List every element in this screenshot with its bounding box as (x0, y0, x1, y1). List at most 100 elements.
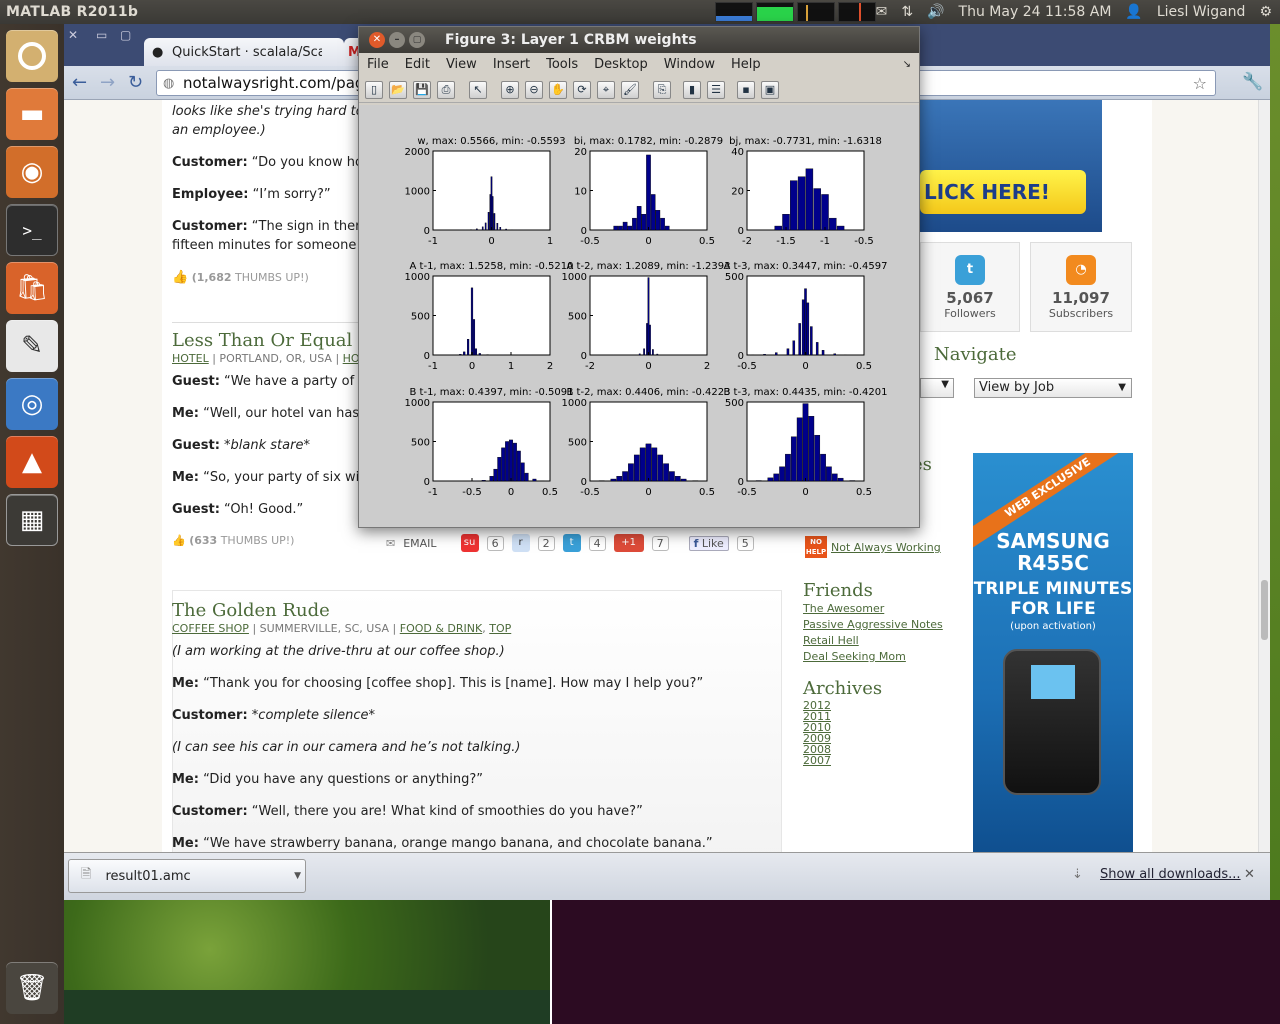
close-icon[interactable]: ✕ (369, 32, 385, 48)
maximize-icon[interactable]: ▢ (120, 28, 131, 42)
menu-desktop[interactable]: Desktop (586, 57, 656, 72)
maximize-icon[interactable]: ▢ (409, 32, 425, 48)
friend-link[interactable]: Passive Aggressive Notes (803, 618, 943, 634)
system-monitor[interactable] (715, 2, 876, 22)
menu-edit[interactable]: Edit (397, 57, 438, 72)
bookmark-star-icon[interactable]: ☆ (1193, 74, 1207, 93)
banner-button[interactable]: LICK HERE! (920, 170, 1086, 214)
forward-button[interactable]: → (100, 72, 115, 93)
minimize-icon[interactable]: – (389, 32, 405, 48)
histogram-bar (664, 225, 670, 231)
close-icon[interactable]: ✕ (68, 28, 78, 42)
files-icon[interactable]: ▬ (6, 88, 58, 140)
y-tick-label: 0 (424, 477, 430, 488)
ubuntu-logo-icon[interactable] (6, 30, 58, 82)
chevron-down-icon[interactable]: ▼ (294, 871, 301, 881)
trash-icon[interactable]: 🗑 (6, 962, 58, 1014)
vertical-scrollbar[interactable] (1258, 100, 1270, 852)
network-icon[interactable]: ⇅ (901, 4, 913, 20)
category-link[interactable]: COFFEE SHOP (172, 622, 249, 635)
show-plot-tools-icon[interactable]: ▣ (761, 80, 779, 99)
menu-window[interactable]: Window (656, 57, 723, 72)
tab-quickstart[interactable]: ● QuickStart · scalala/Scalala (144, 38, 344, 66)
back-button[interactable]: ← (72, 72, 87, 93)
reload-button[interactable]: ↻ (128, 72, 143, 93)
friend-link[interactable]: The Awesomer (803, 602, 943, 618)
category-link[interactable]: FOOD & DRINK (400, 622, 482, 635)
google-plus-button[interactable]: +1 (613, 534, 644, 552)
show-all-downloads-link[interactable]: Show all downloads... (1100, 867, 1241, 882)
software-center-icon[interactable]: 🛍 (6, 262, 58, 314)
user-name[interactable]: Liesl Wigand (1157, 4, 1246, 20)
samsung-ad[interactable]: WEB EXCLUSIVE SAMSUNG R455C TRIPLE MINUT… (973, 453, 1133, 852)
link-plot-icon[interactable]: ⎘ (653, 80, 671, 99)
legend-icon[interactable]: ☰ (707, 80, 725, 99)
menu-help[interactable]: Help (723, 57, 769, 72)
reddit-icon[interactable]: r (511, 534, 530, 552)
menu-view[interactable]: View (438, 57, 485, 72)
terminal-window[interactable] (550, 900, 1280, 1024)
wrench-icon[interactable]: 🔧 (1242, 72, 1263, 92)
stumbleupon-icon[interactable]: su (460, 534, 479, 552)
twitter-icon[interactable]: t (562, 534, 581, 552)
y-tick-label: 40 (731, 147, 744, 158)
facebook-like-button[interactable]: f Like (688, 535, 729, 551)
x-tick-label: -0.5 (580, 236, 600, 247)
power-icon[interactable]: ⚙ (1259, 4, 1272, 20)
category-link[interactable]: TOP (489, 622, 511, 635)
save-icon[interactable]: 💾 (413, 80, 431, 99)
minimize-icon[interactable]: ▭ (96, 28, 107, 42)
data-cursor-icon[interactable]: ⌖ (597, 80, 615, 99)
new-figure-icon[interactable]: ▯ (365, 80, 383, 99)
zoom-in-icon[interactable]: ⊕ (501, 80, 519, 99)
workspace-switcher-icon[interactable]: ▦ (6, 494, 58, 546)
not-always-working-link[interactable]: Not Always Working (831, 541, 941, 557)
rss-subscribers-box[interactable]: ◔ 11,097 Subscribers (1030, 242, 1132, 332)
firefox-icon[interactable]: ◉ (6, 146, 58, 198)
post-title[interactable]: The Golden Rude (172, 600, 782, 622)
clock[interactable]: Thu May 24 11:58 AM (959, 4, 1112, 20)
histogram-bar (459, 354, 462, 356)
banner-ad[interactable]: LICK HERE! (920, 100, 1102, 232)
location-select[interactable]: ▼ (920, 378, 954, 398)
category-link[interactable]: HOTEL (172, 352, 209, 365)
y-tick-label: 0 (581, 226, 587, 237)
twitter-followers-box[interactable]: t 5,067 Followers (920, 242, 1020, 332)
figure-canvas[interactable]: w, max: 0.5566, min: -0.5593 -1 0 1 0 1000 200… (359, 105, 919, 527)
histogram-bar (641, 213, 647, 231)
menu-tools[interactable]: Tools (538, 57, 586, 72)
menu-file[interactable]: File (359, 57, 397, 72)
histogram-bar (501, 447, 506, 482)
y-tick-label: 1000 (562, 272, 587, 283)
plot-axes (432, 275, 551, 356)
terminal-icon[interactable]: >_ (6, 204, 58, 256)
histogram-bar (649, 324, 651, 356)
menu-insert[interactable]: Insert (485, 57, 538, 72)
friend-link[interactable]: Deal Seeking Mom (803, 650, 943, 666)
histogram-bar (821, 194, 829, 231)
archive-year-link[interactable]: 2007 (803, 755, 831, 766)
job-select[interactable]: View by Job ▼ (974, 378, 1132, 398)
zoom-out-icon[interactable]: ⊖ (525, 80, 543, 99)
close-icon[interactable]: ✕ (1244, 867, 1255, 882)
user-icon: 👤 (1125, 4, 1143, 20)
colorbar-icon[interactable]: ▮ (683, 80, 701, 99)
pan-icon[interactable]: ✋ (549, 80, 567, 99)
chromium-icon[interactable]: ◎ (6, 378, 58, 430)
volume-icon[interactable]: 🔊 (927, 4, 944, 20)
text-editor-icon[interactable]: ✎ (6, 320, 58, 372)
matlab-icon[interactable]: ▲ (6, 436, 58, 488)
edit-plot-icon[interactable]: ↖ (469, 80, 487, 99)
friend-link[interactable]: Retail Hell (803, 634, 943, 650)
download-item[interactable]: 🗎 result01.amc ▼ (68, 859, 306, 893)
email-share[interactable]: EMAIL (403, 537, 436, 550)
brush-icon[interactable]: 🖌 (621, 80, 639, 99)
open-icon[interactable]: 📂 (389, 80, 407, 99)
rotate-icon[interactable]: ⟳ (573, 80, 591, 99)
email-icon[interactable]: ✉ (386, 537, 395, 550)
mail-icon[interactable]: ✉ (876, 4, 888, 20)
desktop-wallpaper (64, 900, 550, 1024)
dock-arrow-icon[interactable]: ↘ (895, 59, 919, 70)
hide-plot-tools-icon[interactable]: ▪ (737, 80, 755, 99)
print-icon[interactable]: ⎙ (437, 80, 455, 99)
